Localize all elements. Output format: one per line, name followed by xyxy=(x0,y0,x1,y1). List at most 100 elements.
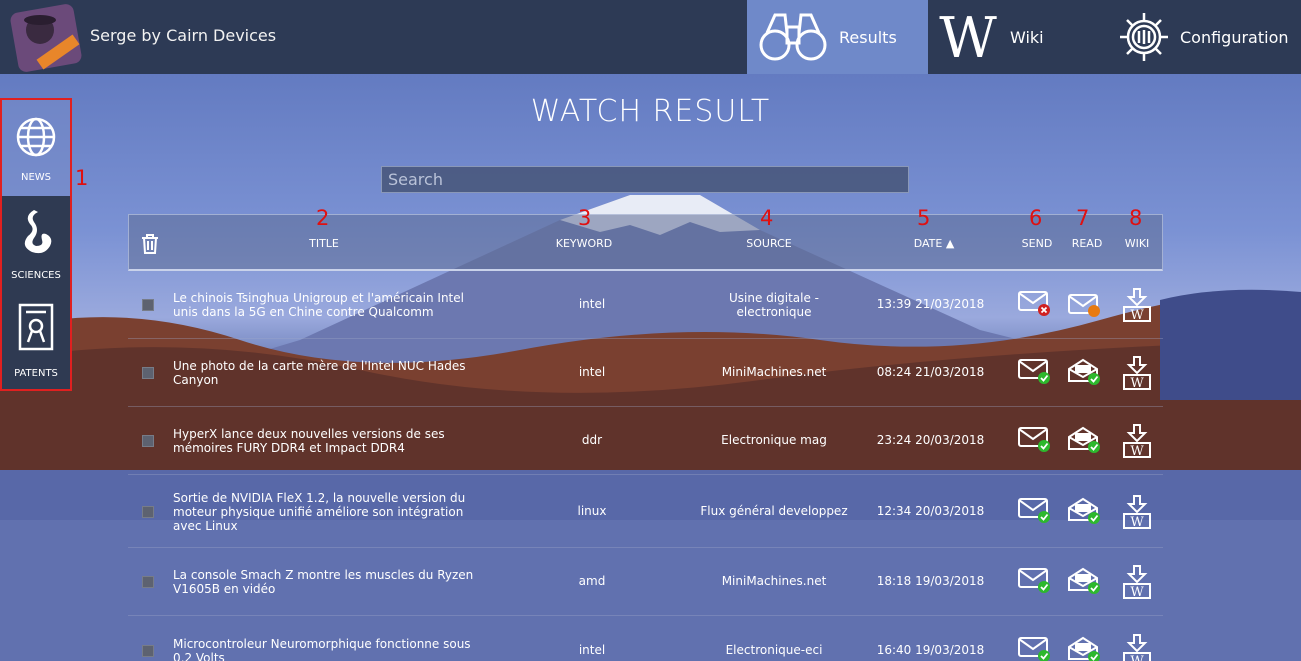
svg-text:W: W xyxy=(1130,444,1144,459)
svg-text:W: W xyxy=(1130,585,1144,600)
annotation-marker-4: 4 xyxy=(760,206,774,230)
table-row[interactable]: Microcontroleur Neuromorphique fonctionn… xyxy=(128,616,1163,661)
row-date: 16:40 19/03/2018 xyxy=(876,643,985,657)
add-to-wiki-icon[interactable]: W xyxy=(1121,494,1157,530)
row-date: 12:34 20/03/2018 xyxy=(876,503,985,518)
add-to-wiki-icon[interactable]: W xyxy=(1121,423,1157,459)
row-title-link[interactable]: La console Smach Z montre les muscles du… xyxy=(173,568,483,596)
send-mail-sent-icon[interactable] xyxy=(1017,635,1053,661)
send-mail-sent-icon[interactable] xyxy=(1017,425,1053,461)
wikipedia-w-icon: W xyxy=(939,9,997,65)
gear-icon xyxy=(1120,13,1168,61)
row-source: Usine digitale - electronique xyxy=(729,291,819,319)
row-title-link[interactable]: Sortie de NVIDIA FleX 1.2, la nouvelle v… xyxy=(173,491,483,533)
column-header-wiki: WIKI xyxy=(1124,237,1150,250)
row-keyword: intel xyxy=(578,297,606,311)
send-mail-sent-icon[interactable] xyxy=(1017,566,1053,602)
search-input[interactable] xyxy=(381,166,909,193)
svg-text:W: W xyxy=(1130,376,1144,391)
top-bar: Serge by Cairn Devices Results W Wiki Co… xyxy=(0,0,1301,74)
svg-text:W: W xyxy=(1130,515,1144,530)
table-row[interactable]: HyperX lance deux nouvelles versions de … xyxy=(128,407,1163,475)
send-mail-sent-icon[interactable] xyxy=(1017,357,1053,393)
table-row[interactable]: Une photo de la carte mère de l'Intel NU… xyxy=(128,339,1163,407)
column-header-title[interactable]: TITLE xyxy=(289,237,359,250)
app-title: Serge by Cairn Devices xyxy=(90,26,277,45)
row-source: MiniMachines.net xyxy=(721,365,827,379)
row-source: MiniMachines.net xyxy=(721,574,827,588)
patent-certificate-icon xyxy=(18,303,54,351)
row-date: 23:24 20/03/2018 xyxy=(876,433,985,447)
sidebar: NEWS SCIENCES PATENTS xyxy=(0,98,72,391)
row-title-link[interactable]: HyperX lance deux nouvelles versions de … xyxy=(173,427,483,455)
row-title-link[interactable]: Microcontroleur Neuromorphique fonctionn… xyxy=(173,637,483,661)
column-header-source[interactable]: SOURCE xyxy=(729,237,809,250)
table-row[interactable]: Le chinois Tsinghua Unigroup et l'améric… xyxy=(128,271,1163,339)
send-mail-sent-icon[interactable] xyxy=(1017,496,1053,532)
send-mail-error-icon[interactable] xyxy=(1017,289,1053,325)
column-header-send: SEND xyxy=(1021,237,1053,250)
annotation-marker-6: 6 xyxy=(1029,206,1043,230)
add-to-wiki-icon[interactable]: W xyxy=(1121,355,1157,391)
serge-logo-icon[interactable] xyxy=(10,4,82,72)
row-checkbox[interactable] xyxy=(142,576,154,588)
tab-wiki-label: Wiki xyxy=(1010,27,1044,47)
sidebar-item-patents-label: PATENTS xyxy=(14,368,58,379)
row-source: Flux général developpez xyxy=(700,503,848,518)
page-title: WATCH RESULT xyxy=(530,94,771,129)
row-keyword: ddr xyxy=(581,433,603,447)
sidebar-item-sciences-label: SCIENCES xyxy=(11,270,61,281)
row-checkbox[interactable] xyxy=(142,505,154,518)
annotation-marker-5: 5 xyxy=(917,206,931,230)
add-to-wiki-icon[interactable]: W xyxy=(1121,564,1157,600)
tab-results[interactable]: Results xyxy=(747,0,928,74)
row-title-link[interactable]: Le chinois Tsinghua Unigroup et l'améric… xyxy=(173,291,483,319)
annotation-marker-7: 7 xyxy=(1076,206,1090,230)
sidebar-item-sciences[interactable]: SCIENCES xyxy=(2,196,70,294)
row-date: 13:39 21/03/2018 xyxy=(876,297,985,311)
tab-configuration-label: Configuration xyxy=(1180,27,1289,47)
tab-wiki[interactable]: W Wiki xyxy=(928,0,1108,74)
sidebar-item-patents[interactable]: PATENTS xyxy=(2,294,70,389)
row-checkbox[interactable] xyxy=(142,299,154,311)
annotation-marker-2: 2 xyxy=(316,206,330,230)
annotation-marker-8: 8 xyxy=(1129,206,1143,230)
table-header: TITLE KEYWORD SOURCE DATE ▲ SEND READ WI… xyxy=(128,214,1163,271)
sidebar-item-news-label: NEWS xyxy=(20,172,52,183)
row-source: Electronique-eci xyxy=(725,643,823,657)
row-keyword: intel xyxy=(578,643,606,657)
row-title-link[interactable]: Une photo de la carte mère de l'Intel NU… xyxy=(173,359,483,387)
row-date: 18:18 19/03/2018 xyxy=(876,574,985,588)
read-mail-opened-icon[interactable] xyxy=(1067,566,1103,602)
trash-icon[interactable] xyxy=(140,233,160,255)
row-source: Electronique mag xyxy=(721,433,827,447)
binoculars-icon xyxy=(759,13,827,61)
svg-text:W: W xyxy=(1130,654,1144,661)
read-mail-opened-icon[interactable] xyxy=(1067,357,1103,393)
read-mail-opened-icon[interactable] xyxy=(1067,496,1103,532)
row-checkbox[interactable] xyxy=(142,367,154,379)
science-icon xyxy=(24,210,52,254)
row-checkbox[interactable] xyxy=(142,435,154,447)
column-header-date[interactable]: DATE ▲ xyxy=(894,237,974,250)
read-mail-opened-icon[interactable] xyxy=(1067,425,1103,461)
add-to-wiki-icon[interactable]: W xyxy=(1121,633,1157,661)
table-row[interactable]: La console Smach Z montre les muscles du… xyxy=(128,548,1163,616)
row-keyword: linux xyxy=(577,503,607,518)
row-checkbox[interactable] xyxy=(142,645,154,657)
svg-text:W: W xyxy=(1130,308,1144,323)
read-mail-opened-icon[interactable] xyxy=(1067,635,1103,661)
svg-text:W: W xyxy=(939,9,997,65)
column-header-read: READ xyxy=(1071,237,1103,250)
annotation-marker-1: 1 xyxy=(75,166,89,190)
read-mail-unread-icon[interactable] xyxy=(1067,289,1103,325)
row-date: 08:24 21/03/2018 xyxy=(876,365,985,379)
row-keyword: intel xyxy=(578,365,606,379)
column-header-keyword[interactable]: KEYWORD xyxy=(539,237,629,250)
tab-configuration[interactable]: Configuration xyxy=(1108,0,1301,74)
row-keyword: amd xyxy=(578,574,606,588)
annotation-marker-3: 3 xyxy=(578,206,592,230)
add-to-wiki-icon[interactable]: W xyxy=(1121,287,1157,323)
results-table: TITLE KEYWORD SOURCE DATE ▲ SEND READ WI… xyxy=(128,214,1163,661)
table-row[interactable]: Sortie de NVIDIA FleX 1.2, la nouvelle v… xyxy=(128,475,1163,548)
